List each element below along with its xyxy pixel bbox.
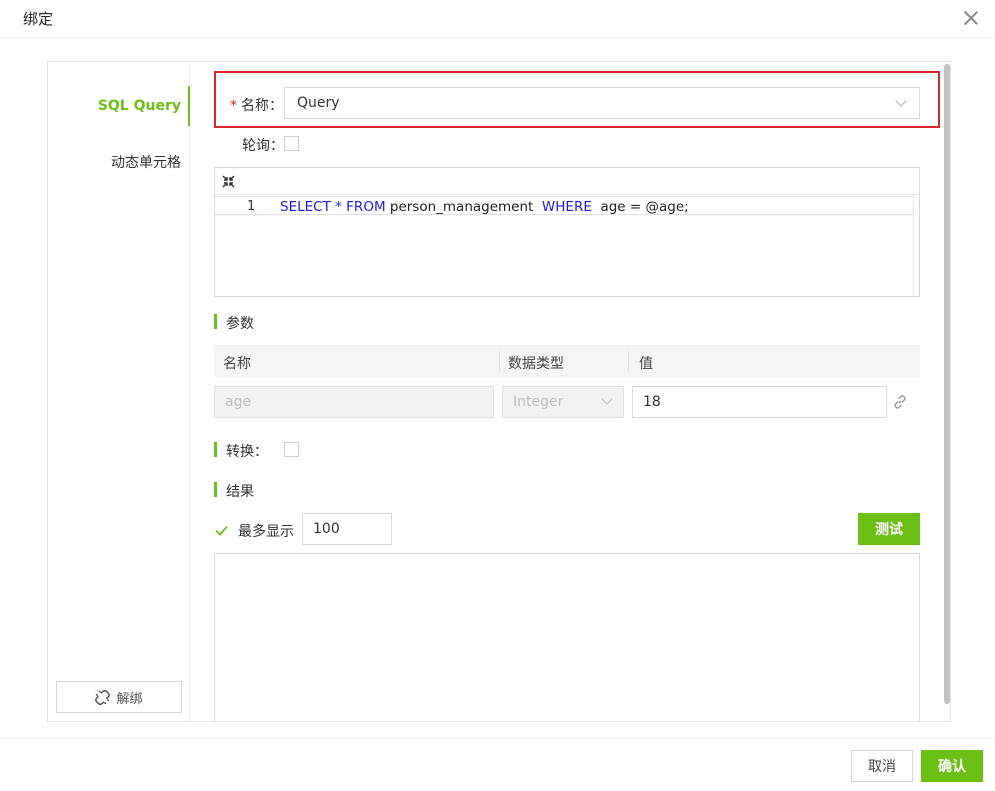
name-label: * 名称： — [230, 95, 283, 115]
poll-checkbox[interactable] — [284, 136, 299, 151]
check-icon — [215, 525, 228, 536]
cancel-button[interactable]: 取消 — [851, 750, 913, 782]
test-button[interactable]: 测试 — [858, 513, 920, 545]
chevron-down-icon — [601, 393, 613, 405]
code-token: age = @age; — [596, 199, 689, 215]
name-label-text: 名称： — [241, 98, 283, 114]
bind-dialog: 绑定 SQL Query 动态单元格 解绑 * 名称： Query 轮询： 1 … — [0, 0, 995, 791]
line-number: 1 — [247, 199, 256, 214]
param-type-value: Integer — [513, 394, 564, 410]
result-area — [214, 553, 920, 721]
header-divider — [0, 37, 995, 38]
code-token: person_management — [385, 199, 538, 215]
column-header-value: 值 — [639, 356, 653, 372]
footer-divider — [0, 738, 995, 739]
code-token: FROM — [346, 199, 386, 215]
link-icon[interactable] — [893, 395, 907, 409]
dialog-title: 绑定 — [23, 10, 54, 28]
params-section-bar — [214, 314, 217, 329]
confirm-button[interactable]: 确认 — [921, 750, 983, 782]
max-show-label: 最多显示 — [238, 524, 294, 540]
code-token: WHERE — [537, 199, 597, 215]
param-value-input[interactable]: 18 — [632, 386, 887, 418]
result-section-bar — [214, 482, 217, 497]
unlink-icon — [95, 689, 111, 705]
close-icon[interactable] — [962, 9, 980, 27]
convert-label: 转换： — [226, 444, 268, 460]
code-token: SELECT — [280, 199, 331, 215]
name-select[interactable]: Query — [284, 87, 920, 119]
unbind-button[interactable]: 解绑 — [56, 681, 182, 713]
column-header-name: 名称 — [223, 356, 251, 372]
required-mark: * — [230, 98, 237, 114]
convert-checkbox[interactable] — [284, 442, 299, 457]
editor-toolbar — [215, 168, 919, 195]
code-line: SELECT * FROM person_management WHERE ag… — [280, 199, 689, 215]
nav-item-sql-query[interactable]: SQL Query — [98, 98, 181, 114]
column-header-type: 数据类型 — [508, 356, 564, 372]
convert-section-bar — [214, 442, 217, 457]
fullscreen-icon[interactable] — [222, 175, 235, 188]
params-section-label: 参数 — [226, 316, 254, 332]
sql-query-form: * 名称： Query 轮询： 1 SELECT * FROM person_m… — [190, 62, 950, 721]
max-show-checkbox[interactable] — [214, 523, 229, 538]
chevron-down-icon — [895, 95, 907, 107]
content-scrollbar[interactable] — [944, 64, 950, 704]
max-show-input[interactable]: 100 — [302, 513, 392, 545]
column-divider — [499, 351, 500, 371]
unbind-label: 解绑 — [116, 691, 143, 707]
name-select-value: Query — [297, 95, 340, 111]
poll-label: 轮询： — [242, 138, 284, 154]
bind-panel: SQL Query 动态单元格 解绑 * 名称： Query 轮询： 1 SEL… — [47, 61, 951, 722]
sql-editor[interactable]: 1 SELECT * FROM person_management WHERE … — [214, 167, 920, 297]
column-divider — [628, 351, 629, 371]
nav-item-dynamic-cell[interactable]: 动态单元格 — [111, 152, 181, 172]
code-token: * — [330, 199, 347, 215]
params-table-header: 名称 数据类型 值 — [214, 345, 920, 377]
result-section-label: 结果 — [226, 484, 254, 500]
editor-scrollbar[interactable] — [913, 195, 919, 296]
param-name-input: age — [214, 386, 494, 418]
side-nav: SQL Query 动态单元格 解绑 — [48, 62, 190, 721]
param-type-select: Integer — [502, 386, 624, 418]
